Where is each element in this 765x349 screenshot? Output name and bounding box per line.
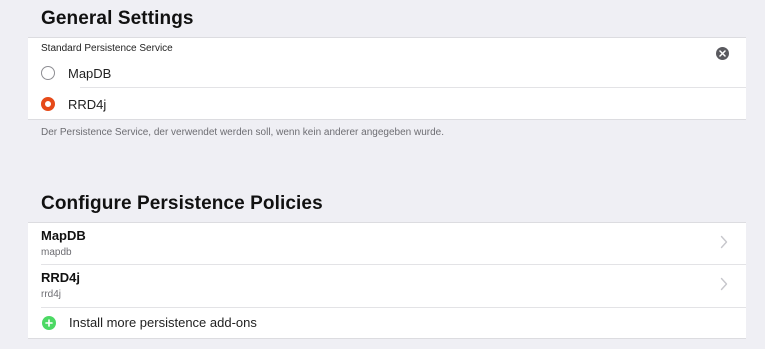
radio-option-rrd4j[interactable]: RRD4j <box>28 89 746 119</box>
default-persistence-card: Standard Persistence Service MapDB RRD4j <box>28 37 746 120</box>
plus-circle-icon <box>42 315 56 330</box>
radio-button-unchecked[interactable] <box>41 66 55 80</box>
radio-label: MapDB <box>68 65 112 81</box>
field-description: Der Persistence Service, der verwendet w… <box>41 127 445 138</box>
item-subtitle: mapdb <box>41 247 72 258</box>
install-label: Install more persistence add-ons <box>69 315 257 330</box>
settings-page: General Settings Standard Persistence Se… <box>0 0 765 349</box>
item-title: MapDB <box>41 228 86 243</box>
radio-button-checked[interactable] <box>41 97 55 111</box>
radio-label: RRD4j <box>68 96 107 112</box>
chevron-right-icon <box>720 277 728 291</box>
policies-card: MapDB mapdb RRD4j rrd4j Install more per… <box>28 222 746 339</box>
radio-option-mapdb[interactable]: MapDB <box>28 58 746 88</box>
policies-title: Configure Persistence Policies <box>41 193 323 214</box>
field-label: Standard Persistence Service <box>41 43 173 54</box>
general-settings-title: General Settings <box>41 8 194 29</box>
divider <box>80 87 746 88</box>
item-title: RRD4j <box>41 270 81 285</box>
install-addons-button[interactable]: Install more persistence add-ons <box>28 308 746 337</box>
list-item-mapdb[interactable]: MapDB mapdb <box>28 223 746 264</box>
chevron-right-icon <box>720 235 728 249</box>
item-subtitle: rrd4j <box>41 289 62 300</box>
list-item-rrd4j[interactable]: RRD4j rrd4j <box>28 265 746 306</box>
